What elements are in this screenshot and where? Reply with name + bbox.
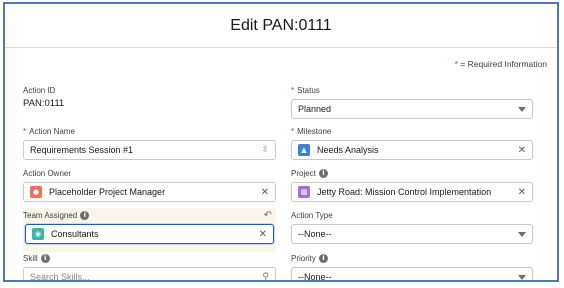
status-field: * Status Planned [291, 85, 533, 121]
action-owner-field: Action Owner ● Placeholder Project Manag… [23, 168, 276, 204]
required-star: * [291, 86, 295, 95]
action-type-field: Action Type --None-- [291, 210, 533, 246]
skill-label-text: Skill [23, 254, 38, 263]
clear-icon[interactable]: ✕ [518, 187, 526, 198]
status-select[interactable]: Planned [291, 99, 533, 119]
info-icon[interactable]: i [318, 169, 328, 178]
status-label: * Status [291, 85, 533, 96]
clear-icon[interactable]: ✕ [518, 145, 526, 156]
skill-label: Skill i [23, 253, 276, 264]
info-icon[interactable]: i [40, 254, 50, 263]
action-name-label: * Action Name [23, 126, 276, 137]
priority-label: Priority i [291, 253, 533, 264]
project-icon: ▦ [298, 186, 310, 198]
undo-icon[interactable]: ↶ [264, 210, 272, 221]
team-icon: ◉ [32, 228, 44, 240]
clear-icon[interactable]: ✕ [259, 229, 267, 240]
required-star: * [23, 127, 27, 136]
action-owner-label: Action Owner [23, 169, 72, 178]
action-type-value: --None-- [298, 229, 332, 239]
user-icon: ● [30, 186, 42, 198]
milestone-lookup[interactable]: ▲ Needs Analysis ✕ [291, 140, 533, 160]
clear-icon[interactable]: ✕ [261, 187, 269, 198]
milestone-label: * Milestone [291, 126, 533, 137]
modal-header: Edit PAN:0111 [5, 4, 557, 48]
milestone-field: * Milestone ▲ Needs Analysis ✕ [291, 126, 533, 162]
action-id-label: Action ID [23, 86, 56, 95]
action-owner-value: Placeholder Project Manager [49, 187, 166, 197]
project-label-text: Project [291, 169, 316, 178]
status-value: Planned [298, 104, 332, 114]
skill-field: Skill i Search Skills... ⚲ [23, 253, 276, 282]
milestone-icon: ▲ [298, 144, 310, 156]
milestone-value: Needs Analysis [317, 145, 379, 155]
priority-value: --None-- [298, 272, 332, 282]
priority-select[interactable]: --None-- [291, 267, 533, 282]
action-id-value: PAN:0111 [23, 98, 65, 109]
action-name-label-text: Action Name [29, 127, 75, 136]
info-icon[interactable]: i [318, 254, 328, 263]
team-assigned-label: Team Assigned i [23, 210, 276, 221]
project-value: Jetty Road: Mission Control Implementati… [317, 187, 492, 197]
action-owner-lookup[interactable]: ● Placeholder Project Manager ✕ [23, 182, 276, 202]
modal-title: Edit PAN:0111 [230, 16, 332, 34]
team-assigned-label-text: Team Assigned [23, 211, 78, 220]
project-label: Project i [291, 168, 533, 179]
skill-placeholder: Search Skills... [30, 272, 90, 282]
action-name-value: Requirements Session #1 [30, 145, 134, 155]
team-assigned-field: Team Assigned i ↶ ◉ Consultants ✕ [23, 210, 276, 250]
priority-label-text: Priority [291, 254, 316, 263]
edit-modal: Edit PAN:0111 * = Required Information A… [3, 2, 559, 282]
required-info-note: * = Required Information [455, 59, 547, 69]
priority-field: Priority i --None-- [291, 253, 533, 282]
status-label-text: Status [297, 86, 320, 95]
project-field: Project i ▦ Jetty Road: Mission Control … [291, 168, 533, 204]
action-name-field: * Action Name Requirements Session #1 ⇳ [23, 126, 276, 162]
action-type-label: Action Type [291, 211, 333, 220]
project-lookup[interactable]: ▦ Jetty Road: Mission Control Implementa… [291, 182, 533, 202]
resize-handle-icon[interactable]: ⇳ [261, 145, 269, 155]
search-icon: ⚲ [262, 272, 269, 282]
required-star: * [291, 127, 295, 136]
required-info-text: = Required Information [457, 59, 547, 69]
info-icon[interactable]: i [80, 211, 90, 220]
action-type-select[interactable]: --None-- [291, 224, 533, 244]
action-name-input[interactable]: Requirements Session #1 ⇳ [23, 140, 276, 160]
chevron-down-icon [518, 106, 526, 112]
skill-search-input[interactable]: Search Skills... ⚲ [23, 267, 276, 282]
team-assigned-lookup[interactable]: ◉ Consultants ✕ [25, 224, 274, 244]
action-id-field: Action ID PAN:0111 [23, 85, 276, 109]
chevron-down-icon [518, 231, 526, 237]
milestone-label-text: Milestone [297, 127, 332, 136]
chevron-down-icon [518, 274, 526, 280]
team-assigned-value: Consultants [51, 229, 99, 239]
